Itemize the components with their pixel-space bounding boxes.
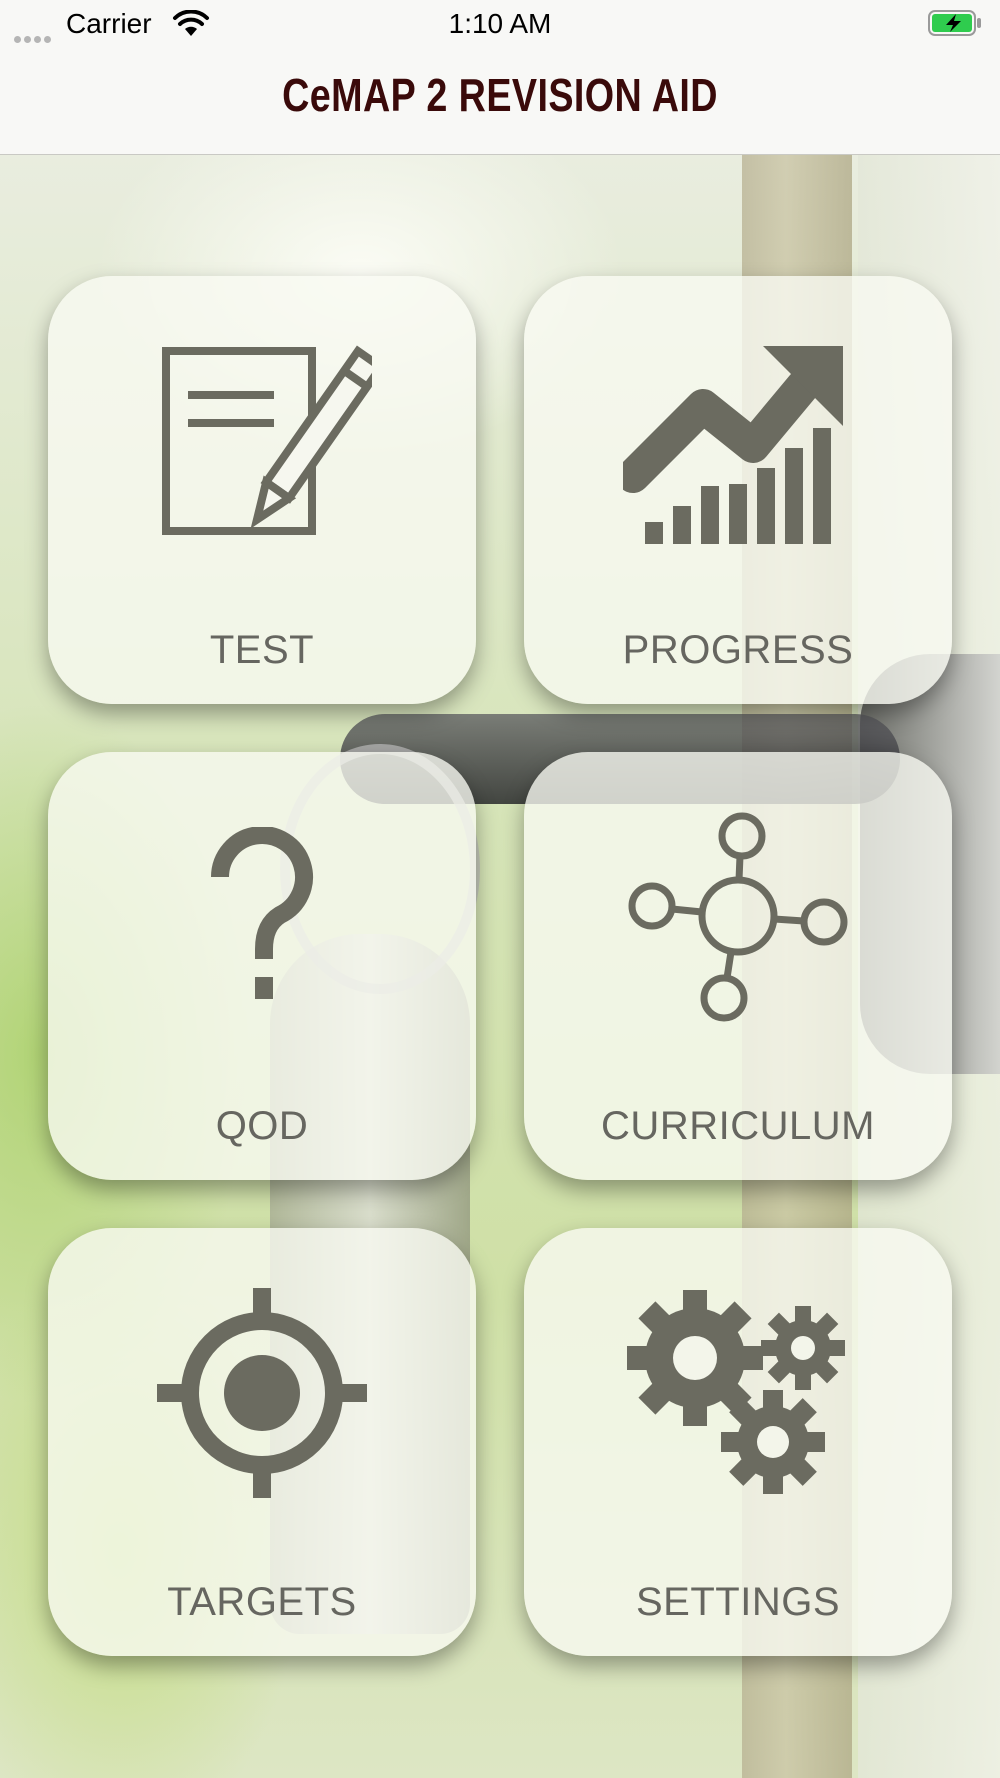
curriculum-tile[interactable]: CURRICULUM bbox=[524, 752, 952, 1180]
curriculum-network-icon bbox=[628, 812, 848, 1022]
targets-label: TARGETS bbox=[167, 1580, 357, 1624]
progress-chart-icon bbox=[623, 346, 843, 544]
settings-tile[interactable]: SETTINGS bbox=[524, 1228, 952, 1656]
progress-label: PROGRESS bbox=[622, 628, 854, 672]
battery-charging-icon bbox=[928, 10, 981, 36]
curriculum-label: CURRICULUM bbox=[601, 1104, 875, 1148]
settings-gears-icon bbox=[627, 1290, 845, 1494]
qod-label: QOD bbox=[215, 1104, 309, 1148]
page-title: CeMAP 2 REVISION AID bbox=[282, 69, 718, 121]
progress-tile[interactable]: PROGRESS bbox=[524, 276, 952, 704]
status-bar: Carrier 1:10 AM bbox=[0, 0, 1000, 48]
test-tile[interactable]: TEST bbox=[48, 276, 476, 704]
test-document-pencil-icon bbox=[162, 345, 372, 535]
question-mark-icon bbox=[211, 827, 313, 999]
status-time: 1:10 AM bbox=[448, 8, 552, 39]
settings-label: SETTINGS bbox=[635, 1580, 841, 1624]
test-label: TEST bbox=[209, 628, 315, 672]
targets-tile[interactable]: TARGETS bbox=[48, 1228, 476, 1656]
top-bar: Carrier 1:10 AM CeMAP 2 REVISION AID bbox=[0, 0, 1000, 155]
qod-tile[interactable]: QOD bbox=[48, 752, 476, 1180]
target-icon bbox=[157, 1288, 367, 1498]
